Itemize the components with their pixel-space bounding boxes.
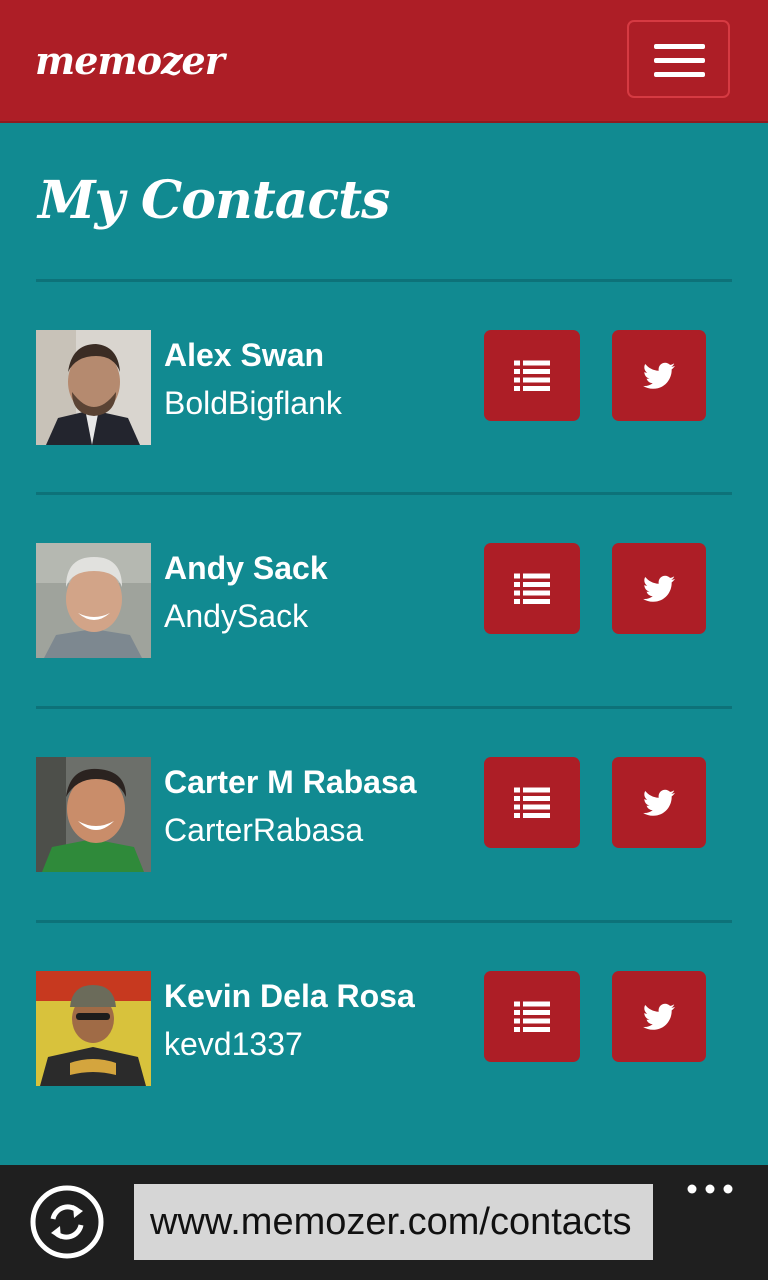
contact-name[interactable]: Alex Swan bbox=[164, 334, 324, 376]
contact-handle: kevd1337 bbox=[164, 1026, 303, 1062]
divider bbox=[36, 492, 732, 495]
list-icon bbox=[514, 573, 550, 604]
more-ellipsis-icon[interactable] bbox=[686, 1182, 734, 1194]
divider bbox=[36, 706, 732, 709]
twitter-bird-icon bbox=[643, 575, 675, 602]
contact-row: Alex Swan BoldBigflank bbox=[36, 330, 732, 446]
refresh-icon[interactable] bbox=[29, 1184, 105, 1260]
brand-logo[interactable]: memozer bbox=[35, 36, 225, 86]
list-icon bbox=[514, 360, 550, 391]
contact-handle: AndySack bbox=[164, 598, 309, 634]
list-icon bbox=[514, 787, 550, 818]
contact-twitter-button[interactable] bbox=[612, 330, 706, 421]
contact-list-button[interactable] bbox=[484, 330, 580, 421]
contact-handle: BoldBigflank bbox=[164, 385, 342, 421]
avatar bbox=[36, 971, 151, 1086]
contact-name[interactable]: Carter M Rabasa bbox=[164, 761, 417, 803]
hamburger-icon bbox=[654, 44, 705, 49]
navbar: memozer bbox=[0, 0, 768, 123]
avatar bbox=[36, 543, 151, 658]
contact-list-button[interactable] bbox=[484, 757, 580, 848]
divider bbox=[36, 279, 732, 282]
contact-twitter-button[interactable] bbox=[612, 543, 706, 634]
contact-handle: CarterRabasa bbox=[164, 812, 364, 848]
contact-twitter-button[interactable] bbox=[612, 971, 706, 1062]
divider bbox=[36, 920, 732, 923]
page-title: My Contacts bbox=[38, 170, 390, 231]
address-url: www.memozer.com/contacts bbox=[150, 1201, 632, 1243]
contact-list-button[interactable] bbox=[484, 543, 580, 634]
avatar bbox=[36, 757, 151, 872]
twitter-bird-icon bbox=[643, 1003, 675, 1030]
contact-row: Carter M Rabasa CarterRabasa bbox=[36, 757, 732, 873]
twitter-bird-icon bbox=[643, 362, 675, 389]
contact-name[interactable]: Kevin Dela Rosa bbox=[164, 975, 415, 1017]
avatar bbox=[36, 330, 151, 445]
contact-row: Kevin Dela Rosa kevd1337 bbox=[36, 971, 732, 1087]
contact-row: Andy Sack AndySack bbox=[36, 543, 732, 659]
menu-button[interactable] bbox=[627, 20, 730, 98]
browser-app-bar: www.memozer.com/contacts bbox=[0, 1165, 768, 1280]
address-bar[interactable]: www.memozer.com/contacts bbox=[134, 1184, 653, 1260]
contact-twitter-button[interactable] bbox=[612, 757, 706, 848]
list-icon bbox=[514, 1001, 550, 1032]
contact-list-button[interactable] bbox=[484, 971, 580, 1062]
twitter-bird-icon bbox=[643, 789, 675, 816]
contact-name[interactable]: Andy Sack bbox=[164, 547, 328, 589]
